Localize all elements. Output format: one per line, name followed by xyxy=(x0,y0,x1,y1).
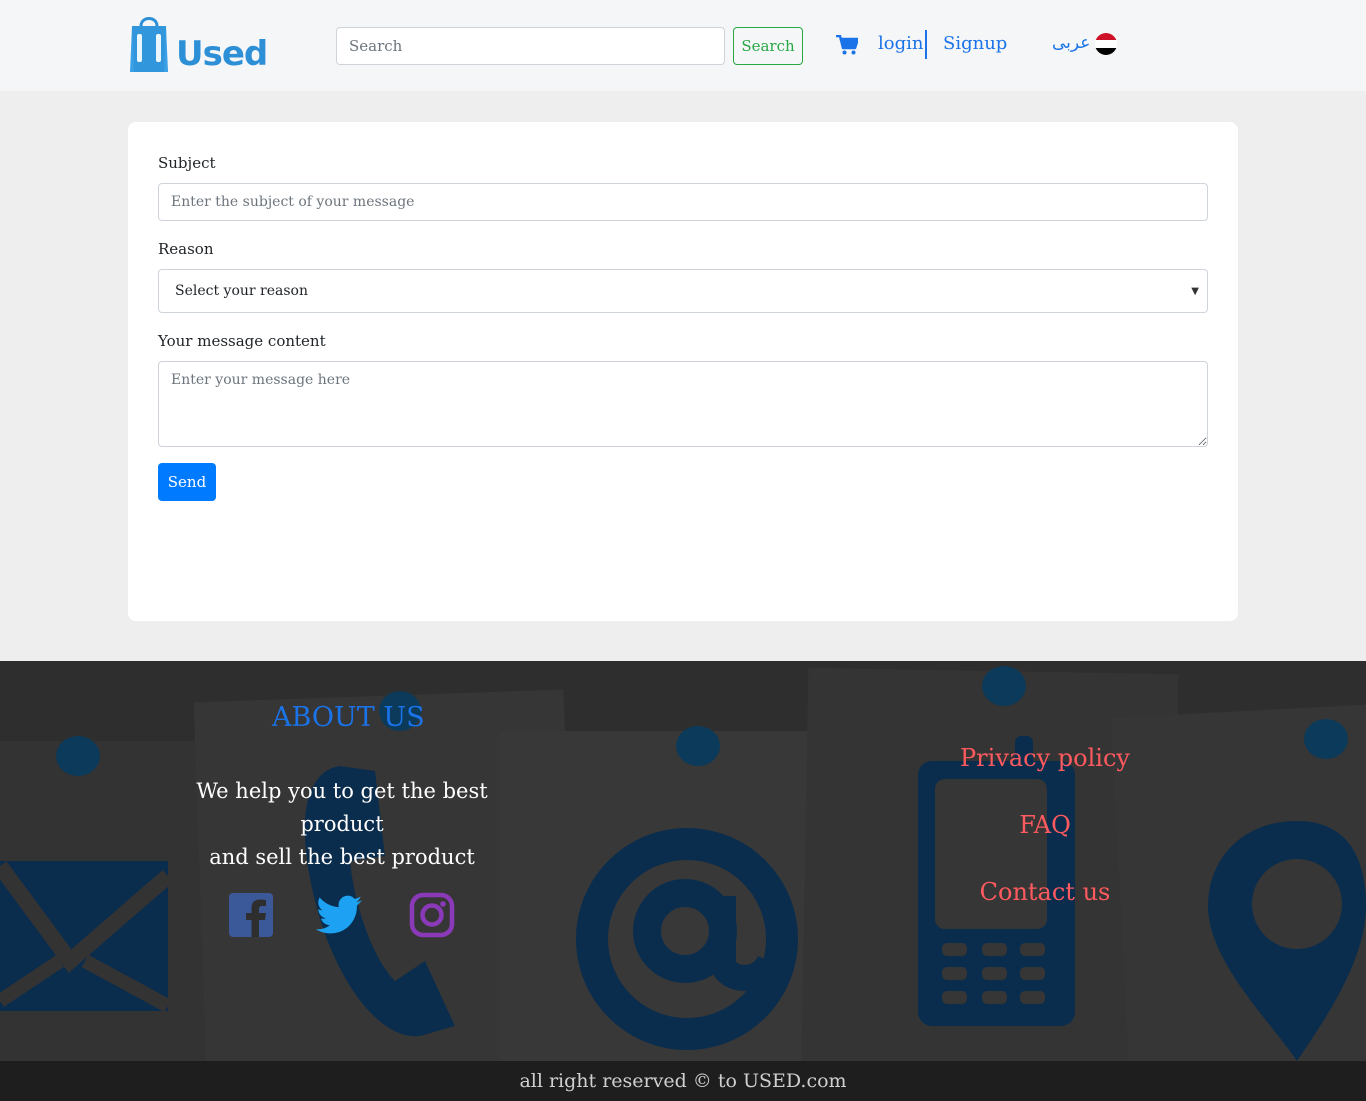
search-button[interactable]: Search xyxy=(733,27,803,65)
about-us-heading: ABOUT US xyxy=(272,702,425,733)
site-logo[interactable]: Used xyxy=(128,12,268,74)
privacy-policy-link[interactable]: Privacy policy xyxy=(900,744,1190,772)
faq-link[interactable]: FAQ xyxy=(900,811,1190,839)
reason-select[interactable]: Select your reason ▼ xyxy=(158,269,1208,313)
about-line-1: We help you to get the best product xyxy=(196,779,488,836)
language-switch-link[interactable]: عربى xyxy=(1052,33,1090,53)
cart-icon[interactable] xyxy=(836,35,858,55)
logo-text: Used xyxy=(176,34,268,74)
facebook-icon[interactable] xyxy=(228,892,274,938)
send-button[interactable]: Send xyxy=(158,463,216,501)
reason-selected-value: Select your reason xyxy=(175,283,309,299)
footer: ABOUT US We help you to get the best pro… xyxy=(0,661,1366,1061)
about-line-2: and sell the best product xyxy=(209,845,475,869)
top-navbar: Used Search login Signup عربى xyxy=(0,0,1366,91)
reason-label: Reason xyxy=(158,240,214,258)
search-input[interactable] xyxy=(336,27,725,65)
subject-input[interactable] xyxy=(158,183,1208,221)
signup-link[interactable]: Signup xyxy=(943,33,1007,54)
copyright-bar: all right reserved © to USED.com xyxy=(0,1061,1366,1101)
message-label: Your message content xyxy=(158,332,326,350)
egypt-flag-icon[interactable] xyxy=(1095,33,1117,55)
bag-logo-icon xyxy=(130,17,168,72)
dropdown-arrow-icon: ▼ xyxy=(1191,286,1199,297)
nav-divider xyxy=(925,30,927,59)
about-us-text: We help you to get the best product and … xyxy=(170,775,514,874)
message-textarea[interactable] xyxy=(158,361,1208,447)
contact-form-card: Subject Reason Select your reason ▼ Your… xyxy=(128,122,1238,621)
contact-us-link[interactable]: Contact us xyxy=(900,878,1190,906)
subject-label: Subject xyxy=(158,154,216,172)
login-link[interactable]: login xyxy=(878,33,923,54)
instagram-icon[interactable] xyxy=(409,892,455,938)
twitter-icon[interactable] xyxy=(316,892,362,938)
